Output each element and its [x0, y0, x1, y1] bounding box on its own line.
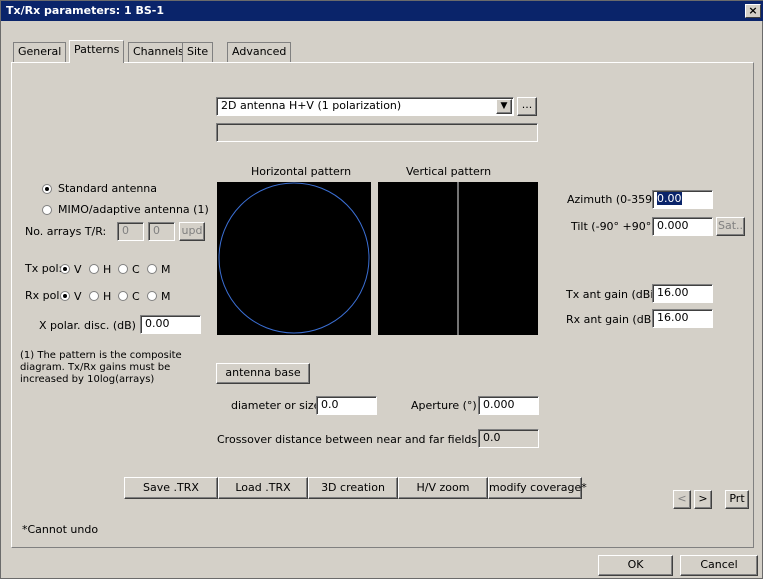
- tx-pol-m-label: M: [161, 263, 171, 276]
- close-button[interactable]: ×: [745, 4, 761, 18]
- vertical-pattern-plot: [378, 182, 538, 335]
- tx-pol-h-radio[interactable]: [89, 264, 99, 274]
- pattern-browse-button[interactable]: ...: [517, 97, 537, 116]
- tab-general[interactable]: General: [13, 42, 67, 62]
- arrays-label: No. arrays T/R:: [25, 225, 107, 238]
- aperture-label: Aperture (°): [411, 399, 477, 412]
- tx-gain-input[interactable]: 16.00: [652, 284, 713, 303]
- chevron-down-icon[interactable]: ▼: [496, 99, 512, 114]
- crossover-field: 0.0: [478, 429, 539, 448]
- rx-pol-h-radio[interactable]: [89, 291, 99, 301]
- rx-gain-label: Rx ant gain (dBi): [566, 313, 659, 326]
- 3d-creation-button[interactable]: 3D creation: [308, 477, 398, 499]
- azimuth-value: 0.00: [657, 192, 682, 205]
- tx-pol-v-radio[interactable]: [60, 264, 70, 274]
- save-trx-button[interactable]: Save .TRX: [124, 477, 218, 499]
- horizontal-pattern-plot: [217, 182, 371, 335]
- next-button[interactable]: >: [694, 490, 712, 509]
- pattern-select-value: 2D antenna H+V (1 polarization): [221, 99, 402, 112]
- print-button[interactable]: Prt: [725, 490, 749, 509]
- tab-advanced[interactable]: Advanced: [227, 42, 292, 62]
- horizontal-plot-background: [217, 182, 371, 335]
- tx-pol-h-label: H: [103, 263, 112, 276]
- tx-pol-m-radio[interactable]: [147, 264, 157, 274]
- rx-pol-m-label: M: [161, 290, 171, 303]
- rx-pol-m-radio[interactable]: [147, 291, 157, 301]
- load-trx-button[interactable]: Load .TRX: [218, 477, 308, 499]
- tab-site[interactable]: Site: [182, 42, 214, 62]
- cannot-undo-note: *Cannot undo: [22, 523, 99, 536]
- diameter-input[interactable]: 0.0: [316, 396, 377, 415]
- window-title: Tx/Rx parameters: 1 BS-1: [6, 4, 165, 17]
- mimo-antenna-radio[interactable]: [42, 205, 52, 215]
- tab-patterns[interactable]: Patterns: [69, 40, 125, 63]
- modify-coverage-button[interactable]: modify coverage*: [488, 477, 587, 499]
- standard-antenna-radio[interactable]: [42, 184, 52, 194]
- tab-channels[interactable]: Channels: [128, 42, 189, 62]
- xpol-label: X polar. disc. (dB): [39, 319, 136, 332]
- hv-zoom-button[interactable]: H/V zoom: [398, 477, 488, 499]
- title-bar[interactable]: Tx/Rx parameters: 1 BS-1 ×: [1, 1, 763, 21]
- azimuth-input[interactable]: 0.00: [652, 190, 713, 209]
- tx-pol-c-label: C: [132, 263, 140, 276]
- arrays-t-field[interactable]: 0: [117, 222, 144, 241]
- standard-antenna-label: Standard antenna: [58, 182, 158, 195]
- tx-pol-label: Tx pol:: [25, 262, 63, 275]
- tx-pol-c-radio[interactable]: [118, 264, 128, 274]
- tilt-label: Tilt (-90° +90°): [571, 220, 656, 233]
- rx-pol-h-label: H: [103, 290, 112, 303]
- arrays-r-field[interactable]: 0: [148, 222, 175, 241]
- antenna-base-button[interactable]: antenna base: [216, 363, 310, 384]
- xpol-input[interactable]: 0.00: [140, 315, 201, 334]
- ok-button[interactable]: OK: [598, 555, 673, 576]
- dialog-window: Tx/Rx parameters: 1 BS-1 × General Patte…: [0, 0, 763, 579]
- pattern-info-field: [216, 123, 538, 142]
- upd-button[interactable]: upd: [179, 222, 205, 241]
- azimuth-label: Azimuth (0-359°): [567, 193, 662, 206]
- vertical-pattern-title: Vertical pattern: [406, 165, 492, 178]
- tilt-input[interactable]: 0.000: [652, 217, 713, 236]
- pattern-select[interactable]: 2D antenna H+V (1 polarization): [216, 97, 514, 116]
- rx-pol-v-label: V: [74, 290, 82, 303]
- cancel-button[interactable]: Cancel: [680, 555, 758, 576]
- previous-button[interactable]: <: [673, 490, 691, 509]
- diameter-label: diameter or size: [231, 399, 321, 412]
- rx-pol-c-label: C: [132, 290, 140, 303]
- mimo-antenna-label: MIMO/adaptive antenna (1): [58, 203, 209, 216]
- horizontal-pattern-title: Horizontal pattern: [251, 165, 352, 178]
- rx-gain-input[interactable]: 16.00: [652, 309, 713, 328]
- aperture-input[interactable]: 0.000: [478, 396, 539, 415]
- rx-pol-c-radio[interactable]: [118, 291, 128, 301]
- composite-note: (1) The pattern is the composite diagram…: [20, 350, 182, 385]
- rx-pol-label: Rx pol:: [25, 289, 64, 302]
- crossover-label: Crossover distance between near and far …: [217, 433, 500, 446]
- sat-button[interactable]: Sat..: [716, 217, 745, 236]
- tx-gain-label: Tx ant gain (dBi): [566, 288, 658, 301]
- tx-pol-v-label: V: [74, 263, 82, 276]
- rx-pol-v-radio[interactable]: [60, 291, 70, 301]
